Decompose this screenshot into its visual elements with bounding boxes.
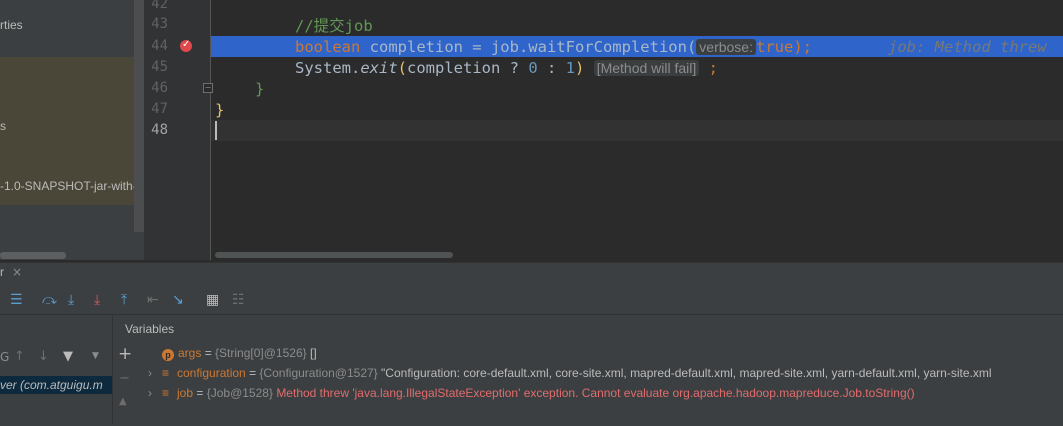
remove-watch-icon[interactable]: − xyxy=(119,371,130,386)
line-number: 44 xyxy=(151,38,168,54)
variable-type: {String[0]@1526} xyxy=(215,346,307,360)
close-icon[interactable]: × xyxy=(12,265,22,279)
variable-type: {Configuration@1527} xyxy=(259,366,378,380)
move-up-icon[interactable]: ▲ xyxy=(119,396,127,407)
code-text: System. xyxy=(295,59,361,77)
variable-row[interactable]: › ≡ job = {Job@1528} Method threw 'java.la… xyxy=(148,386,915,400)
code-end: ); xyxy=(793,38,812,56)
project-item[interactable]: s xyxy=(0,119,6,133)
editor-scrollbar-horizontal[interactable] xyxy=(215,252,453,258)
trace-icon[interactable]: ☷ xyxy=(232,292,245,308)
method-exit: exit xyxy=(360,59,398,77)
variable-row[interactable]: › ≡ configuration = {Configuration@1527} "… xyxy=(148,366,992,380)
frames-list-icon[interactable]: ☰ xyxy=(10,292,23,308)
step-into-icon[interactable]: ⤓ xyxy=(68,292,74,308)
line-number: 48 xyxy=(151,122,168,138)
variable-name: configuration xyxy=(177,366,246,380)
closing-brace: } xyxy=(255,80,265,98)
project-panel: rties s -1.0-SNAPSHOT-jar-with- xyxy=(0,0,144,260)
code-text: completion ? xyxy=(407,59,529,77)
parameter-hint: verbose: xyxy=(696,39,756,55)
code-text: : xyxy=(537,59,566,77)
variable-name: job xyxy=(177,386,194,400)
run-to-cursor-icon[interactable]: ↘ xyxy=(172,292,184,308)
step-over-icon[interactable]: ⤼ xyxy=(42,292,57,308)
arrow-down-icon[interactable]: ↓ xyxy=(38,349,49,364)
variable-name: args xyxy=(178,346,202,360)
paren: ( xyxy=(397,59,407,77)
method-fail-hint: [Method will fail] xyxy=(593,60,700,76)
step-out-icon[interactable]: ⤒ xyxy=(121,292,127,308)
paren: ) xyxy=(575,59,585,77)
chevron-down-icon[interactable]: ▼ xyxy=(92,351,99,361)
variable-error-value: Method threw 'java.lang.IllegalStateExce… xyxy=(276,386,915,400)
project-scrollbar-vertical[interactable] xyxy=(134,0,144,232)
code-line-45: System.exit(completion ? 0 : 1) [Method … xyxy=(295,58,718,78)
code-comment: //提交job xyxy=(295,17,373,35)
frames-toolbar-text: G xyxy=(0,350,10,364)
line-number: 47 xyxy=(151,101,168,117)
fold-toggle-icon[interactable]: − xyxy=(203,83,213,93)
variable-value: "Configuration: core-default.xml, core-s… xyxy=(381,366,992,380)
frames-toolbar: G ↑ ↓ ▼ ▼ xyxy=(0,349,112,367)
line-number: 46 xyxy=(151,80,168,96)
closing-brace: } xyxy=(215,101,225,119)
frame-item[interactable]: ver (com.atguigu.m xyxy=(0,376,112,394)
debug-panel xyxy=(0,262,1063,426)
text-caret xyxy=(215,121,217,140)
caret-line-highlight xyxy=(211,120,1063,141)
debug-toolbar xyxy=(0,288,1063,315)
field-icon: ≡ xyxy=(162,366,170,380)
keyword-true: true xyxy=(755,38,794,56)
variables-title: Variables xyxy=(125,322,175,336)
code-end: ; xyxy=(699,59,718,77)
filter-icon[interactable]: ▼ xyxy=(63,349,73,364)
add-watch-icon[interactable]: + xyxy=(118,344,132,364)
project-item-jar[interactable]: -1.0-SNAPSHOT-jar-with- xyxy=(0,179,137,193)
parameter-icon: p xyxy=(162,349,174,361)
code-line-44: boolean completion = job.waitForCompleti… xyxy=(295,37,812,57)
project-scrollbar-horizontal[interactable] xyxy=(0,252,66,259)
code-text: completion = job.waitForCompletion( xyxy=(360,38,697,56)
variable-row[interactable]: p args = {String[0]@1526} [] xyxy=(148,346,317,361)
chevron-right-icon[interactable]: › xyxy=(148,386,162,400)
drop-frame-icon[interactable]: ⇤ xyxy=(147,292,159,308)
frames-panel xyxy=(0,315,113,425)
variable-type: {Job@1528} xyxy=(206,386,273,400)
variable-value: [] xyxy=(309,346,317,360)
chevron-right-icon[interactable]: › xyxy=(148,366,162,380)
arrow-up-icon[interactable]: ↑ xyxy=(14,349,25,364)
line-number: 42 xyxy=(151,0,168,12)
inline-debug-value: job: Method threw xyxy=(888,38,1047,56)
project-item-properties[interactable]: rties xyxy=(0,18,23,32)
line-number: 43 xyxy=(151,16,168,32)
number: 1 xyxy=(565,59,576,77)
evaluate-icon[interactable]: ▦ xyxy=(206,292,219,308)
breakpoint-check-icon: ✓ xyxy=(182,39,191,50)
debug-tab[interactable]: r xyxy=(0,265,4,279)
keyword: boolean xyxy=(295,38,361,56)
force-step-into-icon[interactable]: ⤓ xyxy=(94,292,100,308)
line-number: 45 xyxy=(151,59,168,75)
field-icon: ≡ xyxy=(162,386,170,400)
variables-side-toolbar: + − ▲ xyxy=(114,341,138,425)
number: 0 xyxy=(528,59,538,77)
